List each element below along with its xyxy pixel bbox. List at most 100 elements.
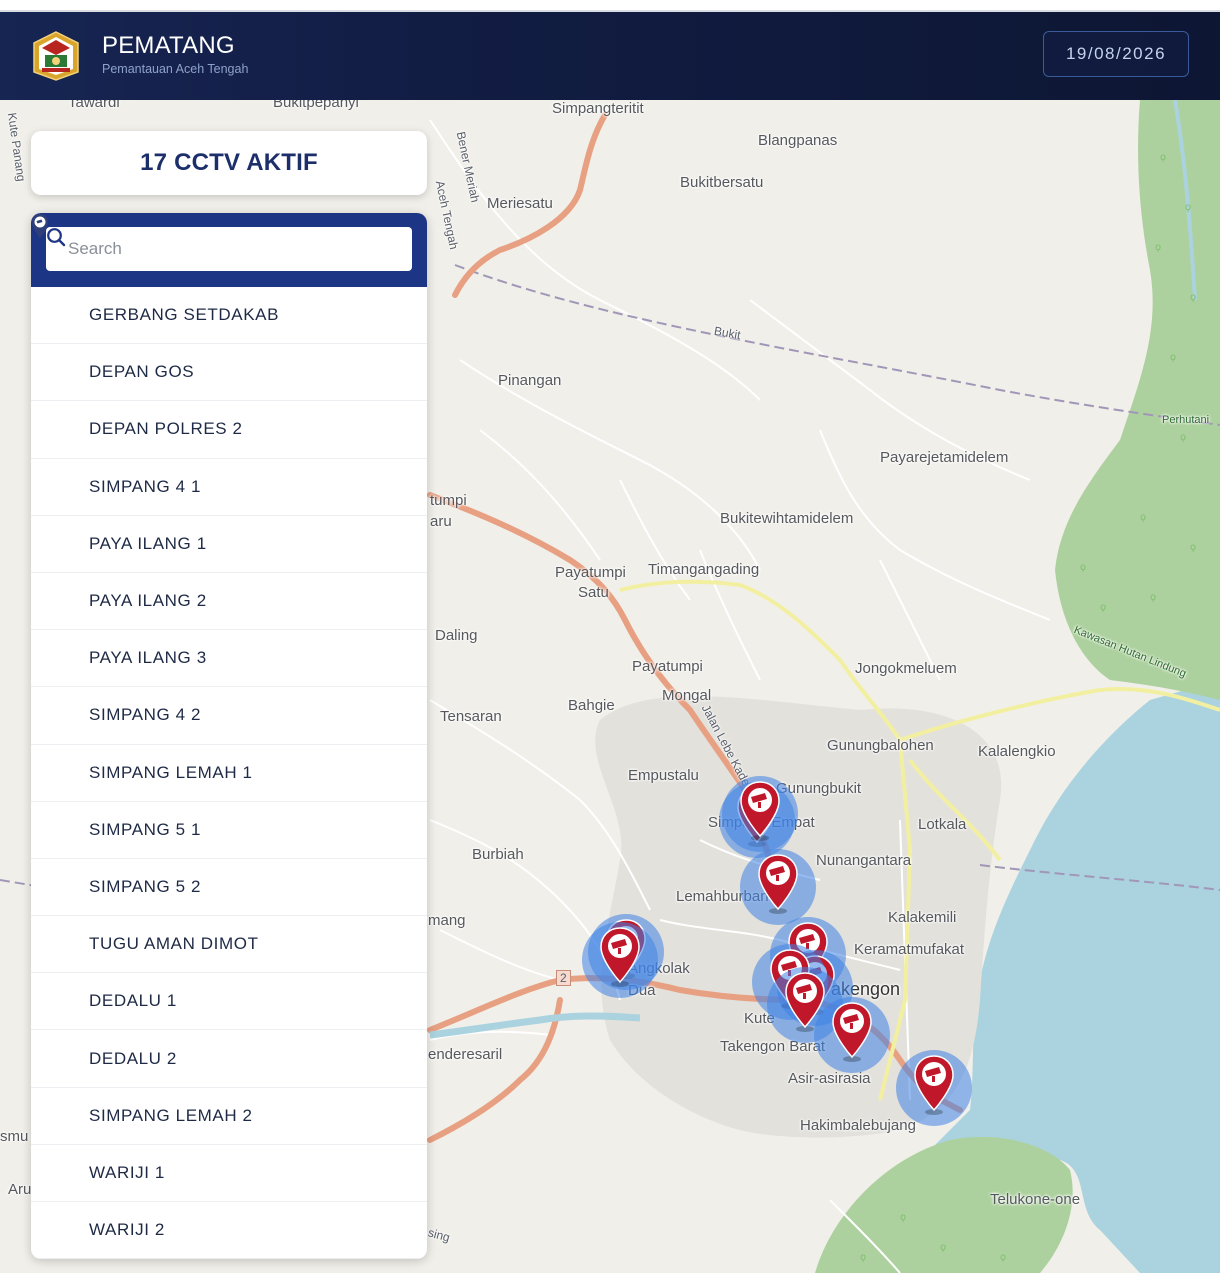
map-label: Gunungbalohen xyxy=(827,737,934,754)
cctv-list-item[interactable]: SIMPANG 4 2 xyxy=(31,214,427,745)
svg-text:ϙ: ϙ xyxy=(1170,352,1176,363)
cctv-list-label: SIMPANG LEMAH 1 xyxy=(89,762,253,782)
map-pin-icon xyxy=(32,214,67,900)
map-label: Pinangan xyxy=(498,372,562,389)
cctv-list-label: PAYA ILANG 1 xyxy=(89,533,207,553)
map-pin-icon xyxy=(32,214,67,1243)
map-pin-icon xyxy=(32,214,67,500)
cctv-list-item[interactable]: SIMPANG LEMAH 2 xyxy=(31,214,427,1145)
map-pin-icon xyxy=(32,214,67,1072)
cctv-list-item[interactable]: SIMPANG 4 1 xyxy=(31,214,427,516)
map-label: Kalalengkio xyxy=(978,743,1056,760)
svg-text:ϙ: ϙ xyxy=(1160,152,1166,163)
cctv-list-label: DEPAN POLRES 2 xyxy=(89,419,243,439)
svg-text:ϙ: ϙ xyxy=(860,1252,866,1263)
cctv-list-item[interactable]: DEPAN POLRES 2 xyxy=(31,214,427,459)
cctv-list-label: SIMPANG LEMAH 2 xyxy=(89,1105,253,1125)
search-input[interactable] xyxy=(66,238,370,260)
map-pin-icon xyxy=(32,214,67,1014)
map-label: Bukitewihtamidelem xyxy=(720,510,854,527)
map-label: Tawardi xyxy=(68,100,120,111)
cctv-list-label: DEPAN GOS xyxy=(89,362,195,382)
map-label: Aru xyxy=(8,1181,32,1198)
map-pin-icon xyxy=(32,214,67,957)
map-pin-icon xyxy=(32,214,67,328)
date-display: 19/08/2026 xyxy=(1043,31,1189,77)
map-label: Keramatmufakat xyxy=(854,941,965,958)
map-view[interactable]: ϙϙϙ ϙϙϙ ϙϙϙ ϙϙϙ ϙϙϙ ϙϙ Tawardi Bukitpepa… xyxy=(0,100,1220,1273)
cctv-list-item[interactable]: WARIJI 2 xyxy=(31,214,427,1259)
map-label: tumpi xyxy=(430,492,467,509)
map-label: Telukone-one xyxy=(990,1191,1081,1208)
map-pin-icon xyxy=(32,214,67,728)
map-pin-icon xyxy=(32,214,67,1129)
cctv-list-item[interactable]: GERBANG SETDAKAB xyxy=(31,214,427,345)
map-label: Payatumpi xyxy=(555,564,626,581)
map-label: Blangpanas xyxy=(758,132,838,149)
map-label: Payatumpi xyxy=(632,658,703,675)
cctv-list-item[interactable]: DEDALU 2 xyxy=(31,214,427,1088)
map-label: Asir-asirasia xyxy=(788,1070,871,1087)
cctv-list-item[interactable]: SIMPANG 5 2 xyxy=(31,214,427,917)
cctv-list-label: DEDALU 2 xyxy=(89,1048,177,1068)
active-cctv-count: 17 CCTV AKTIF xyxy=(31,131,427,195)
map-pin-icon xyxy=(32,214,67,786)
svg-text:ϙ: ϙ xyxy=(1080,562,1086,573)
cctv-list-label: WARIJI 1 xyxy=(89,1162,165,1182)
cctv-list-label: WARIJI 2 xyxy=(89,1220,165,1240)
map-label: mang xyxy=(428,912,466,929)
map-label: Tensaran xyxy=(440,708,502,725)
map-label: smu xyxy=(0,1128,29,1145)
cctv-list-label: TUGU AMAN DIMOT xyxy=(89,934,259,954)
cctv-list-item[interactable]: SIMPANG 5 1 xyxy=(31,214,427,859)
map-pin-icon xyxy=(32,214,67,442)
map-pin-icon xyxy=(32,214,67,385)
cctv-list-label: SIMPANG 4 2 xyxy=(89,705,202,725)
cctv-list-label: DEDALU 1 xyxy=(89,991,177,1011)
map-label: Bukitbersatu xyxy=(680,174,764,191)
svg-text:ϙ: ϙ xyxy=(1155,242,1161,253)
map-label: Timangangading xyxy=(648,561,760,578)
map-label: Perhutani xyxy=(1162,414,1210,426)
cctv-list-item[interactable]: PAYA ILANG 1 xyxy=(31,214,427,573)
cctv-list-item[interactable]: PAYA ILANG 2 xyxy=(31,214,427,631)
cctv-list-item[interactable]: PAYA ILANG 3 xyxy=(31,214,427,688)
map-label: Lotkala xyxy=(918,816,967,833)
cctv-list-label: SIMPANG 5 1 xyxy=(89,819,202,839)
map-label: aru xyxy=(430,513,452,530)
map-pin-icon xyxy=(32,214,67,557)
map-label: Hakimbalebujang xyxy=(800,1117,916,1134)
cctv-list-panel: GERBANG SETDAKAB DEPAN GOS DEPAN POLRES 2 S… xyxy=(31,213,427,1259)
cctv-list-item[interactable]: TUGU AMAN DIMOT xyxy=(31,214,427,974)
map-pin-icon xyxy=(32,214,67,843)
svg-text:ϙ: ϙ xyxy=(1140,512,1146,523)
cctv-list-item[interactable]: SIMPANG LEMAH 1 xyxy=(31,214,427,802)
app-title: PEMATANG xyxy=(102,32,235,59)
map-label: Jongokmeluem xyxy=(855,660,957,677)
map-label: Simpangteritit xyxy=(552,100,644,117)
search-bar xyxy=(31,213,427,287)
road-shield: 2 xyxy=(556,970,571,986)
map-label: Meriesatu xyxy=(487,195,553,212)
map-label: Nunangantara xyxy=(816,852,912,869)
svg-text:ϙ: ϙ xyxy=(1190,292,1196,303)
app-subtitle: Pemantauan Aceh Tengah xyxy=(102,62,249,76)
map-pin-icon xyxy=(32,214,67,614)
cctv-list-label: PAYA ILANG 2 xyxy=(89,591,207,611)
svg-text:ϙ: ϙ xyxy=(1190,542,1196,553)
map-label: Bahgie xyxy=(568,697,615,714)
cctv-list-item[interactable]: DEDALU 1 xyxy=(31,214,427,1031)
map-label: Satu xyxy=(578,584,609,601)
search-field[interactable] xyxy=(46,227,412,271)
map-label: Bukitpepanyi xyxy=(273,100,359,111)
map-label: Mongal xyxy=(662,687,712,704)
top-edge xyxy=(0,0,1220,12)
map-label: Payarejetamidelem xyxy=(880,449,1009,466)
app-header: PEMATANG Pemantauan Aceh Tengah 19/08/20… xyxy=(0,12,1220,100)
svg-text:ϙ: ϙ xyxy=(900,1212,906,1223)
svg-text:ϙ: ϙ xyxy=(1180,432,1186,443)
cctv-list-item[interactable]: DEPAN GOS xyxy=(31,214,427,402)
cctv-list-item[interactable]: WARIJI 1 xyxy=(31,214,427,1202)
map-label: Empustalu xyxy=(628,767,699,784)
aceh-tengah-emblem-icon xyxy=(28,28,84,84)
